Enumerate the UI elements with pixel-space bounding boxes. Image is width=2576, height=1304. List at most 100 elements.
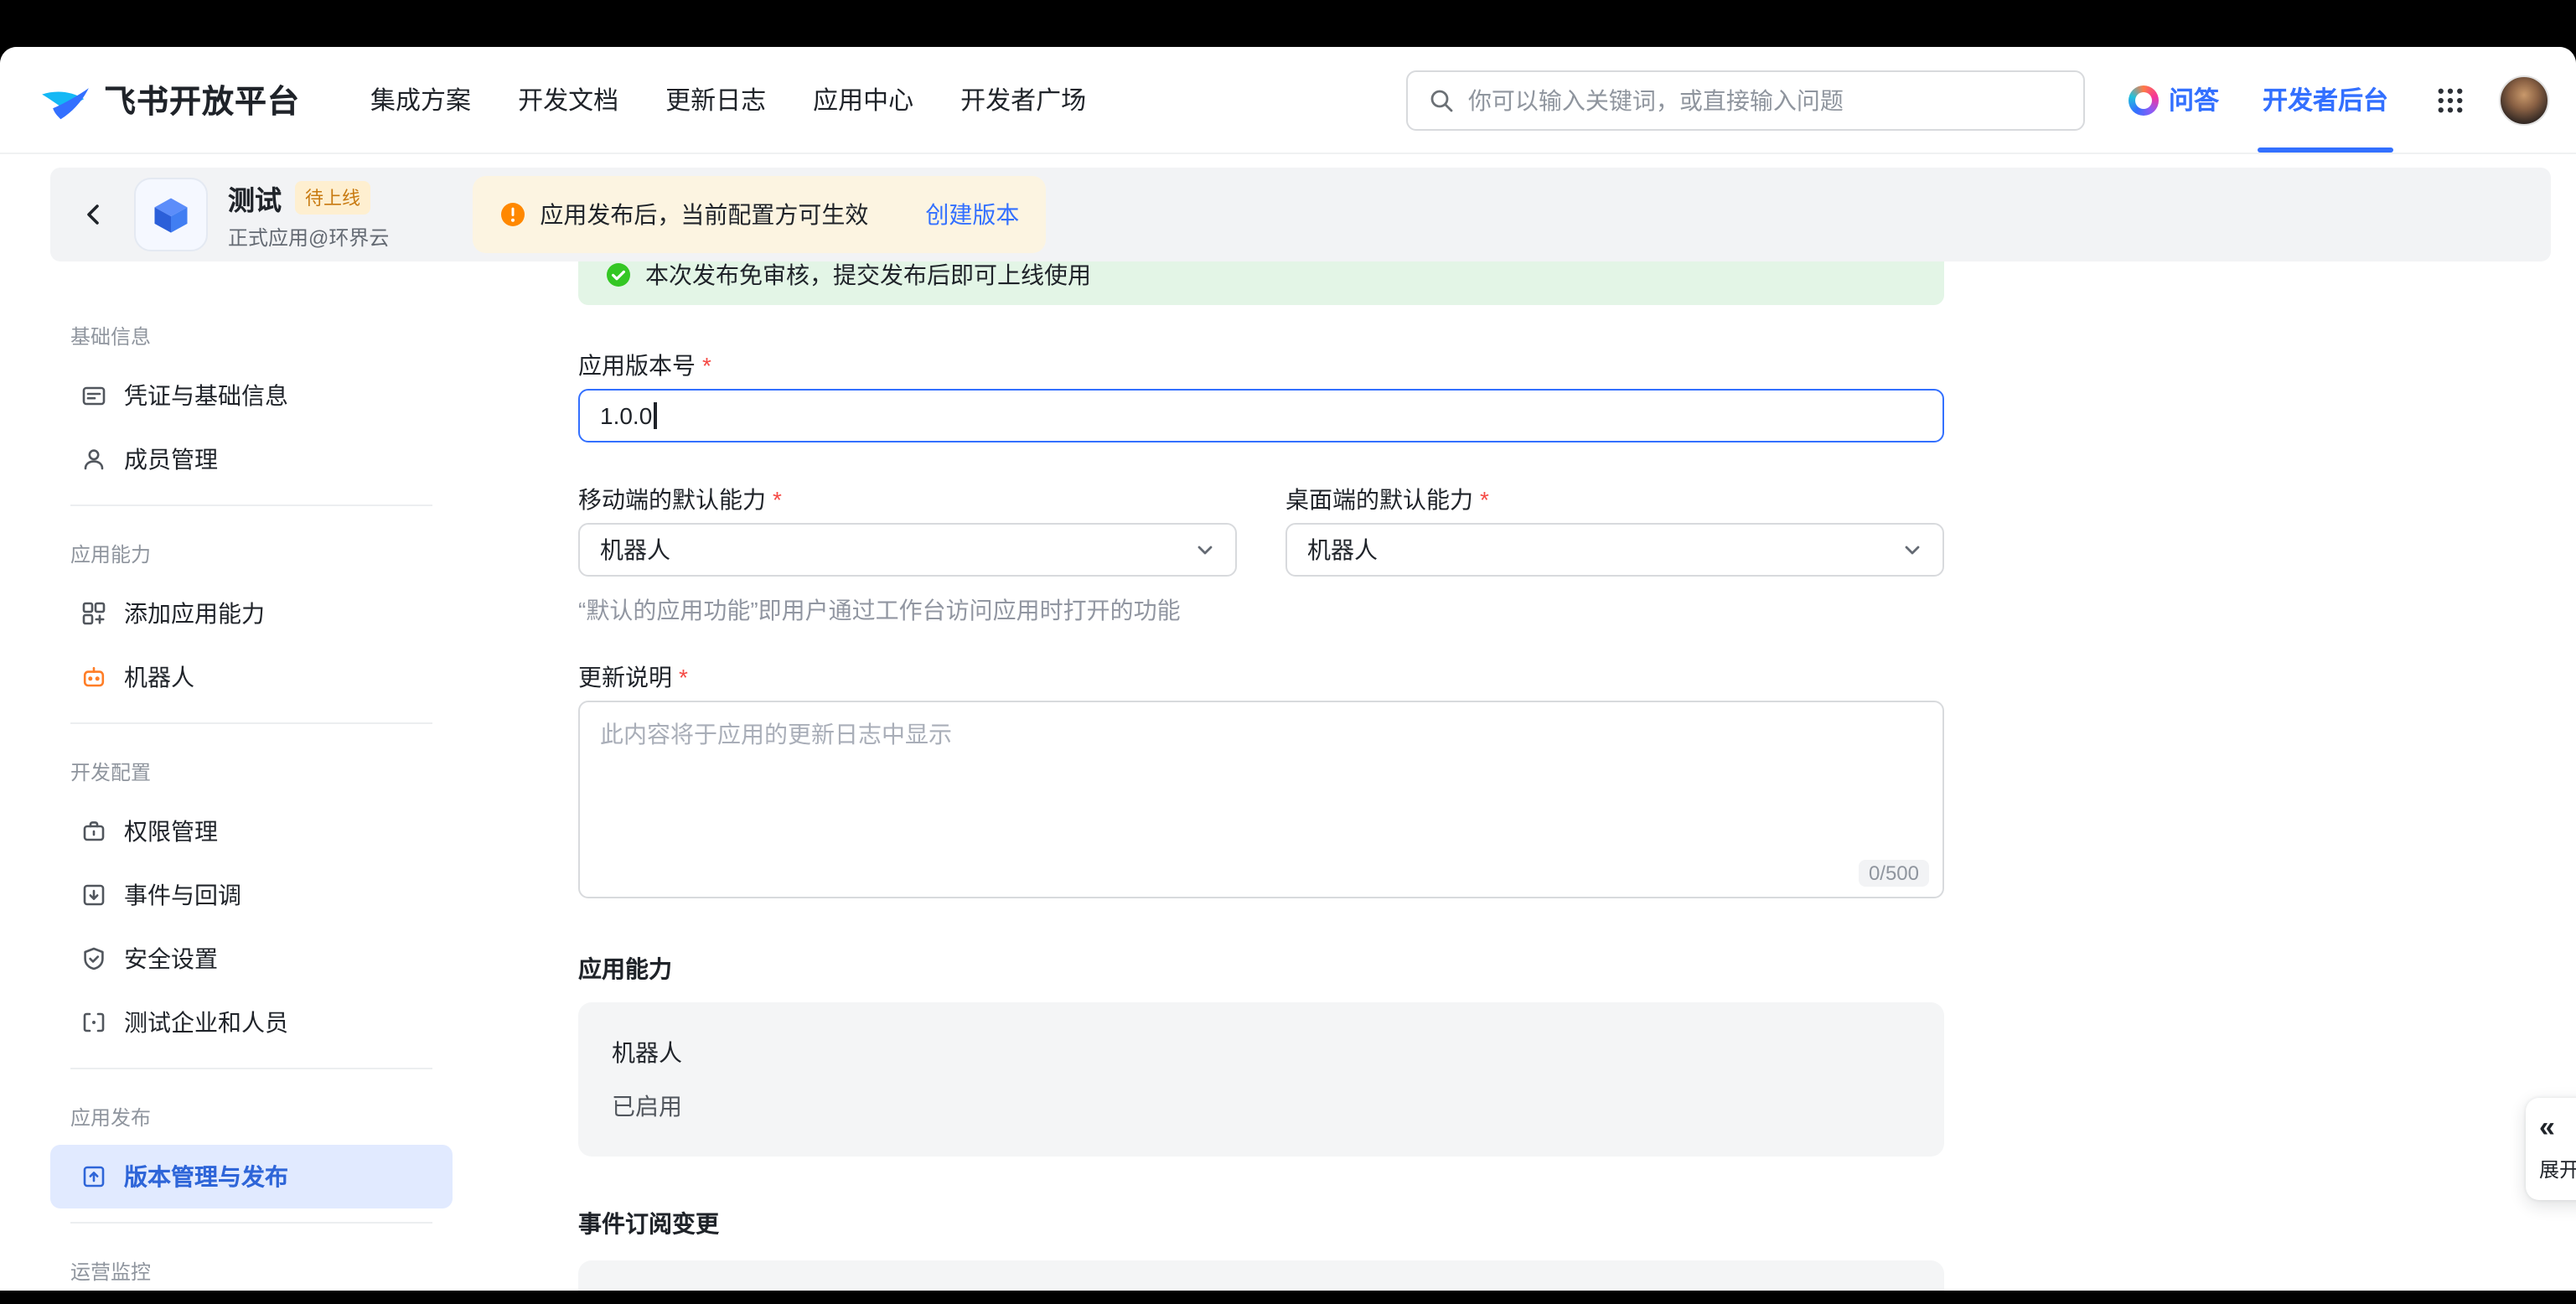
update-notes-textarea[interactable]: 此内容将于应用的更新日志中显示 0/500 (578, 701, 1944, 898)
label-text: 桌面端的默认能力 (1285, 483, 1473, 516)
apps-grid-icon[interactable] (2435, 85, 2465, 115)
textarea-placeholder: 此内容将于应用的更新日志中显示 (600, 721, 952, 748)
text-caret (654, 402, 656, 429)
screen: 飞书开放平台 集成方案 开发文档 更新日志 应用中心 开发者广场 你可以输入关键… (0, 0, 2576, 1304)
label-text: 应用版本号 (578, 349, 696, 382)
qa-label: 问答 (2169, 82, 2219, 117)
label-text: 移动端的默认能力 (578, 483, 766, 516)
permission-icon (80, 818, 107, 845)
sidebar-item-security[interactable]: 安全设置 (50, 927, 453, 991)
success-banner-text: 本次发布免审核，提交发布后即可上线使用 (645, 261, 1091, 292)
sidebar-item-label: 测试企业和人员 (124, 1006, 288, 1039)
test-org-icon (80, 1009, 107, 1036)
sidebar-item-label: 事件与回调 (124, 878, 241, 912)
sidebar-item-test-org[interactable]: 测试企业和人员 (50, 991, 453, 1054)
search-input[interactable]: 你可以输入关键词，或直接输入问题 (1406, 70, 2085, 130)
required-asterisk: * (702, 349, 711, 382)
sidebar-item-permissions[interactable]: 权限管理 (50, 799, 453, 863)
navbar-right: 问答 开发者后台 (2129, 47, 2549, 153)
search-placeholder: 你可以输入关键词，或直接输入问题 (1468, 83, 1844, 116)
desktop-capability-group: 桌面端的默认能力 * 机器人 (1285, 483, 1944, 577)
qa-ring-icon (2129, 85, 2159, 115)
robot-icon (80, 664, 107, 691)
create-version-link[interactable]: 创建版本 (925, 198, 1019, 231)
sidebar-item-label: 凭证与基础信息 (124, 379, 288, 412)
nav-link-docs[interactable]: 开发文档 (518, 82, 618, 117)
event-callback-icon (80, 882, 107, 908)
nav-link-dev-plaza[interactable]: 开发者广场 (960, 82, 1086, 117)
mobile-capability-group: 移动端的默认能力 * 机器人 (578, 483, 1237, 577)
desktop-capability-label: 桌面端的默认能力 * (1285, 483, 1944, 516)
status-badge: 待上线 (295, 181, 370, 215)
success-banner: 本次发布免审核，提交发布后即可上线使用 (578, 261, 1944, 305)
capability-status: 已启用 (612, 1089, 1911, 1123)
app-info: 测试 待上线 正式应用@环界云 (228, 178, 389, 251)
back-button[interactable] (80, 201, 107, 228)
event-subscription-title: 事件订阅变更 (578, 1207, 1944, 1240)
update-notes-label: 更新说明 * (578, 660, 1944, 694)
user-avatar[interactable] (2499, 75, 2549, 125)
label-text: 更新说明 (578, 660, 672, 694)
app-header: 测试 待上线 正式应用@环界云 应用发布后，当前配置方可生效 创建版本 (50, 168, 2551, 261)
nav-link-app-center[interactable]: 应用中心 (813, 82, 913, 117)
version-label: 应用版本号 * (578, 349, 1944, 382)
app-header-wrap: 测试 待上线 正式应用@环界云 应用发布后，当前配置方可生效 创建版本 (0, 154, 2576, 261)
required-asterisk: * (773, 483, 782, 516)
search-icon (1428, 86, 1455, 113)
expand-label: 展开 (2539, 1155, 2576, 1183)
char-counter: 0/500 (1859, 860, 1929, 887)
sidebar-divider (70, 1222, 432, 1224)
mobile-capability-select[interactable]: 机器人 (578, 523, 1237, 577)
qa-button[interactable]: 问答 (2129, 82, 2219, 117)
expand-drawer-handle[interactable]: « 展开 (2526, 1098, 2576, 1200)
sidebar-item-label: 权限管理 (124, 815, 218, 848)
security-icon (80, 945, 107, 972)
app-cube-icon (134, 178, 208, 251)
capability-hint: “默认的应用功能”即用户通过工作台访问应用时打开的功能 (578, 593, 1944, 627)
notice-text: 应用发布后，当前配置方可生效 (540, 198, 868, 231)
select-value: 机器人 (600, 533, 670, 567)
nav-links: 集成方案 开发文档 更新日志 应用中心 开发者广场 (370, 82, 1086, 117)
sidebar-item-members[interactable]: 成员管理 (50, 427, 453, 491)
sidebar-item-label: 机器人 (124, 660, 194, 694)
nav-link-integration[interactable]: 集成方案 (370, 82, 471, 117)
add-capability-icon (80, 600, 107, 627)
event-subscription-panel (578, 1260, 1944, 1291)
capability-name: 机器人 (612, 1036, 1911, 1069)
content-row: 基础信息 凭证与基础信息 成员管理 (0, 261, 2576, 1291)
warning-icon (499, 201, 526, 228)
sidebar-item-version-publish[interactable]: 版本管理与发布 (50, 1145, 453, 1208)
id-card-icon (80, 382, 107, 409)
sidebar-section-ops-monitor: 运营监控 (50, 1237, 453, 1291)
desktop-capability-select[interactable]: 机器人 (1285, 523, 1944, 577)
sidebar-item-credentials[interactable]: 凭证与基础信息 (50, 364, 453, 427)
browser-page: 飞书开放平台 集成方案 开发文档 更新日志 应用中心 开发者广场 你可以输入关键… (0, 47, 2576, 1291)
sidebar-item-label: 添加应用能力 (124, 597, 265, 630)
app-subtitle: 正式应用@环界云 (228, 223, 389, 251)
sidebar-item-events-callback[interactable]: 事件与回调 (50, 863, 453, 927)
sidebar-item-label: 安全设置 (124, 942, 218, 975)
sidebar-item-bot[interactable]: 机器人 (50, 645, 453, 709)
double-chevron-left-icon: « (2539, 1115, 2576, 1141)
sidebar-section-publish: 应用发布 (50, 1083, 453, 1145)
version-input-value: 1.0.0 (600, 402, 652, 429)
main-area: 本次发布免审核，提交发布后即可上线使用 应用版本号 * 1.0.0 移动端的默 (453, 261, 2576, 1291)
sidebar-item-add-capability[interactable]: 添加应用能力 (50, 582, 453, 645)
app-name: 测试 (228, 178, 282, 218)
publish-notice-banner: 应用发布后，当前配置方可生效 创建版本 (473, 176, 1046, 253)
tab-developer-console[interactable]: 开发者后台 (2263, 47, 2388, 153)
feishu-logo[interactable]: 飞书开放平台 (40, 77, 300, 122)
sidebar-divider (70, 722, 432, 724)
success-check-icon (605, 261, 632, 288)
sidebar-divider (70, 505, 432, 506)
sidebar-item-label: 版本管理与发布 (124, 1160, 288, 1193)
sidebar-item-label: 成员管理 (124, 442, 218, 476)
member-icon (80, 446, 107, 473)
sidebar-section-basic: 基础信息 (50, 302, 453, 364)
required-asterisk: * (679, 660, 688, 694)
required-asterisk: * (1480, 483, 1489, 516)
nav-link-changelog[interactable]: 更新日志 (665, 82, 766, 117)
chevron-down-icon (1195, 540, 1215, 560)
app-capability-panel: 机器人 已启用 (578, 1002, 1944, 1157)
version-input[interactable]: 1.0.0 (578, 389, 1944, 442)
